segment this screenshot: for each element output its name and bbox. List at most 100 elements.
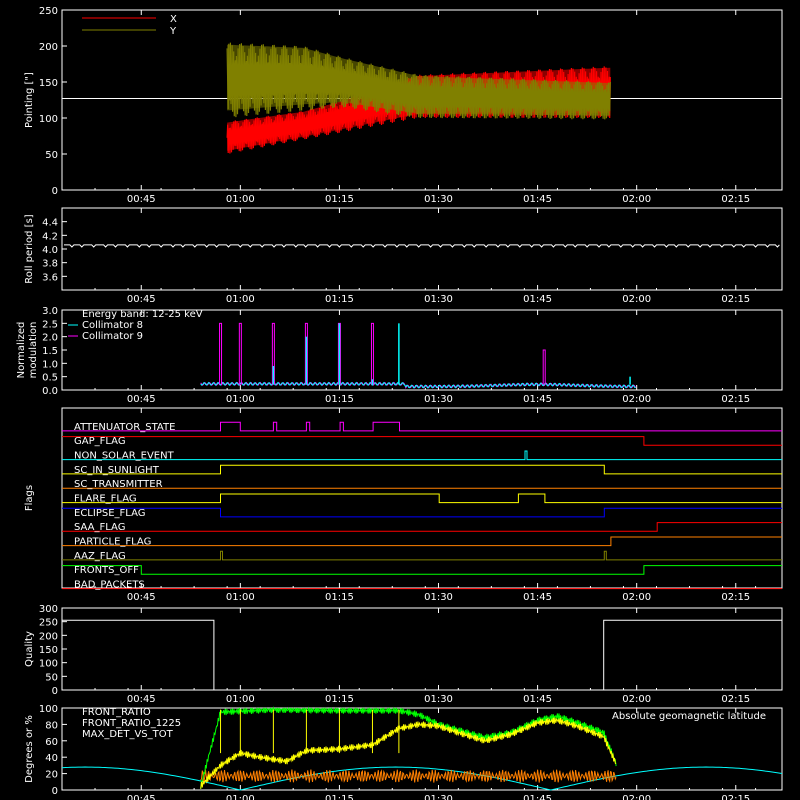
modulation-xtick-label: 02:15	[721, 394, 750, 405]
roll-ytick-label: 4.4	[42, 218, 58, 229]
ratios-legend-1: FRONT_RATIO_1225	[82, 718, 181, 729]
quality-ytick-label: 250	[39, 618, 58, 629]
ratios-legend-2: MAX_DET_VS_TOT	[82, 729, 174, 740]
quality-xtick-label: 00:45	[127, 694, 156, 705]
quality-xtick-label: 01:00	[226, 694, 255, 705]
roll-xtick-label: 02:15	[721, 294, 750, 305]
pointing-ytick-label: 0	[52, 186, 58, 197]
roll-xtick-label: 01:45	[523, 294, 552, 305]
roll-ytick-label: 3.8	[42, 259, 58, 270]
ratios-ytick-label: 20	[45, 770, 58, 781]
pointing-legend-Y: Y	[169, 26, 177, 37]
modulation-ylabel-2: modulation	[28, 322, 39, 379]
flags-xtick-label: 02:15	[721, 592, 750, 603]
flag-label-sc_transmitter: SC_TRANSMITTER	[74, 479, 163, 490]
modulation-ytick-label: 3.0	[42, 306, 58, 317]
quality-ytick-label: 100	[39, 659, 58, 670]
pointing-xtick-label: 02:00	[622, 194, 651, 205]
quality-ytick-label: 50	[45, 672, 58, 683]
pointing-ylabel: Pointing ["]	[24, 72, 35, 128]
ratios-xtick-label: 01:00	[226, 794, 255, 800]
roll-xtick-label: 01:15	[325, 294, 354, 305]
flags-xtick-label: 00:45	[127, 592, 156, 603]
ratios-ytick-label: 80	[45, 720, 58, 731]
flag-label-particle_flag: PARTICLE_FLAG	[74, 537, 151, 548]
flag-line-gap_flag	[62, 436, 782, 446]
modulation-ytick-label: 1.5	[42, 346, 58, 357]
flag-label-attenuator_state: ATTENUATOR_STATE	[74, 422, 175, 433]
modulation-frame	[61, 309, 783, 391]
modulation-xtick-label: 01:30	[424, 394, 453, 405]
figure: 00:45 01:00 01:15 01:30 01:45 02:00 02:15 Point…	[16, 6, 783, 800]
flags-xtick-label: 01:00	[226, 592, 255, 603]
modulation-ytick-label: 0.5	[42, 373, 58, 384]
modulation-spike-magenta	[219, 322, 223, 385]
pointing-legend-X: X	[170, 14, 177, 25]
pointing-ytick-label: 150	[39, 78, 58, 89]
flag-label-gap_flag: GAP_FLAG	[74, 436, 126, 447]
ratios-xtick-label: 02:15	[721, 794, 750, 800]
flag-label-non_solar_event: NON_SOLAR_EVENT	[74, 451, 175, 462]
roll-ytick-label: 4.2	[42, 231, 58, 242]
roll-xtick-label: 01:00	[226, 294, 255, 305]
ratios-legend-0: FRONT_RATIO	[82, 707, 151, 718]
quality-xtick-label: 01:45	[523, 694, 552, 705]
ratios-annotation: Absolute geomagnetic latitude	[612, 711, 766, 722]
quality-xtick-label: 01:15	[325, 694, 354, 705]
quality-series	[62, 619, 782, 691]
quality-ytick-label: 0	[52, 686, 58, 697]
modulation-legend-2: Collimator 9	[82, 331, 143, 342]
modulation-ylabel: Normalized	[16, 322, 27, 379]
quality-ytick-label: 300	[39, 604, 58, 615]
quality-xtick-label: 01:30	[424, 694, 453, 705]
quality-xtick-label: 02:00	[622, 694, 651, 705]
ratios-ylabel: Degrees or %	[24, 715, 35, 783]
ratios-xtick-label: 01:45	[523, 794, 552, 800]
modulation-xtick-label: 02:00	[622, 394, 651, 405]
pointing-xtick-label: 01:00	[226, 194, 255, 205]
flag-label-saa_flag: SAA_FLAG	[74, 522, 125, 533]
flag-label-flare_flag: FLARE_FLAG	[74, 494, 137, 505]
pointing-xtick-label: 01:45	[523, 194, 552, 205]
ratios-xtick-label: 01:15	[325, 794, 354, 800]
flag-label-fronts_off: FRONTS_OFF	[74, 565, 139, 576]
flag-line-aaz_flag	[62, 550, 782, 561]
flag-line-saa_flag	[62, 522, 782, 532]
modulation-spike-magenta	[238, 322, 242, 385]
roll-xtick-label: 01:30	[424, 294, 453, 305]
pointing-xtick-label: 00:45	[127, 194, 156, 205]
pointing-xtick-label: 01:15	[325, 194, 354, 205]
roll-series	[64, 244, 780, 248]
pointing-ytick-label: 100	[39, 114, 58, 125]
ratios-ytick-label: 60	[45, 737, 58, 748]
ratios-xtick-label: 00:45	[127, 794, 156, 800]
roll-ytick-label: 4.0	[42, 245, 58, 256]
quality-ylabel: Quality	[24, 631, 35, 667]
pointing-ytick-label: 250	[39, 6, 58, 17]
roll-frame	[61, 207, 783, 291]
ratios-ytick-label: 100	[39, 704, 58, 715]
flag-label-sc_in_sunlight: SC_IN_SUNLIGHT	[74, 465, 160, 476]
modulation-spike-magenta	[370, 322, 374, 385]
modulation-legend-1: Collimator 8	[82, 320, 143, 331]
pointing-xtick-label: 02:15	[721, 194, 750, 205]
modulation-xtick-label: 00:45	[127, 394, 156, 405]
quality-ytick-label: 150	[39, 645, 58, 656]
ratios-series-geomagnetic	[61, 766, 783, 791]
flags-ylabel: Flags	[24, 485, 35, 511]
pointing-ytick-label: 200	[39, 42, 58, 53]
modulation-ytick-label: 0.0	[42, 386, 58, 397]
flag-label-bad_packets: BAD_PACKETS	[74, 580, 145, 591]
roll-xtick-label: 00:45	[127, 294, 156, 305]
modulation-xtick-label: 01:15	[325, 394, 354, 405]
roll-ytick-label: 3.6	[42, 272, 58, 283]
flag-label-eclipse_flag: ECLIPSE_FLAG	[74, 508, 145, 519]
modulation-spike-magenta	[542, 349, 546, 385]
flags-xtick-label: 01:30	[424, 592, 453, 603]
ratios-xtick-label: 02:00	[622, 794, 651, 800]
quality-xtick-label: 02:15	[721, 694, 750, 705]
flag-label-aaz_flag: AAZ_FLAG	[74, 551, 126, 562]
pointing-xtick-label: 01:30	[424, 194, 453, 205]
roll-xtick-label: 02:00	[622, 294, 651, 305]
flag-line-sc_in_sunlight	[62, 464, 782, 475]
